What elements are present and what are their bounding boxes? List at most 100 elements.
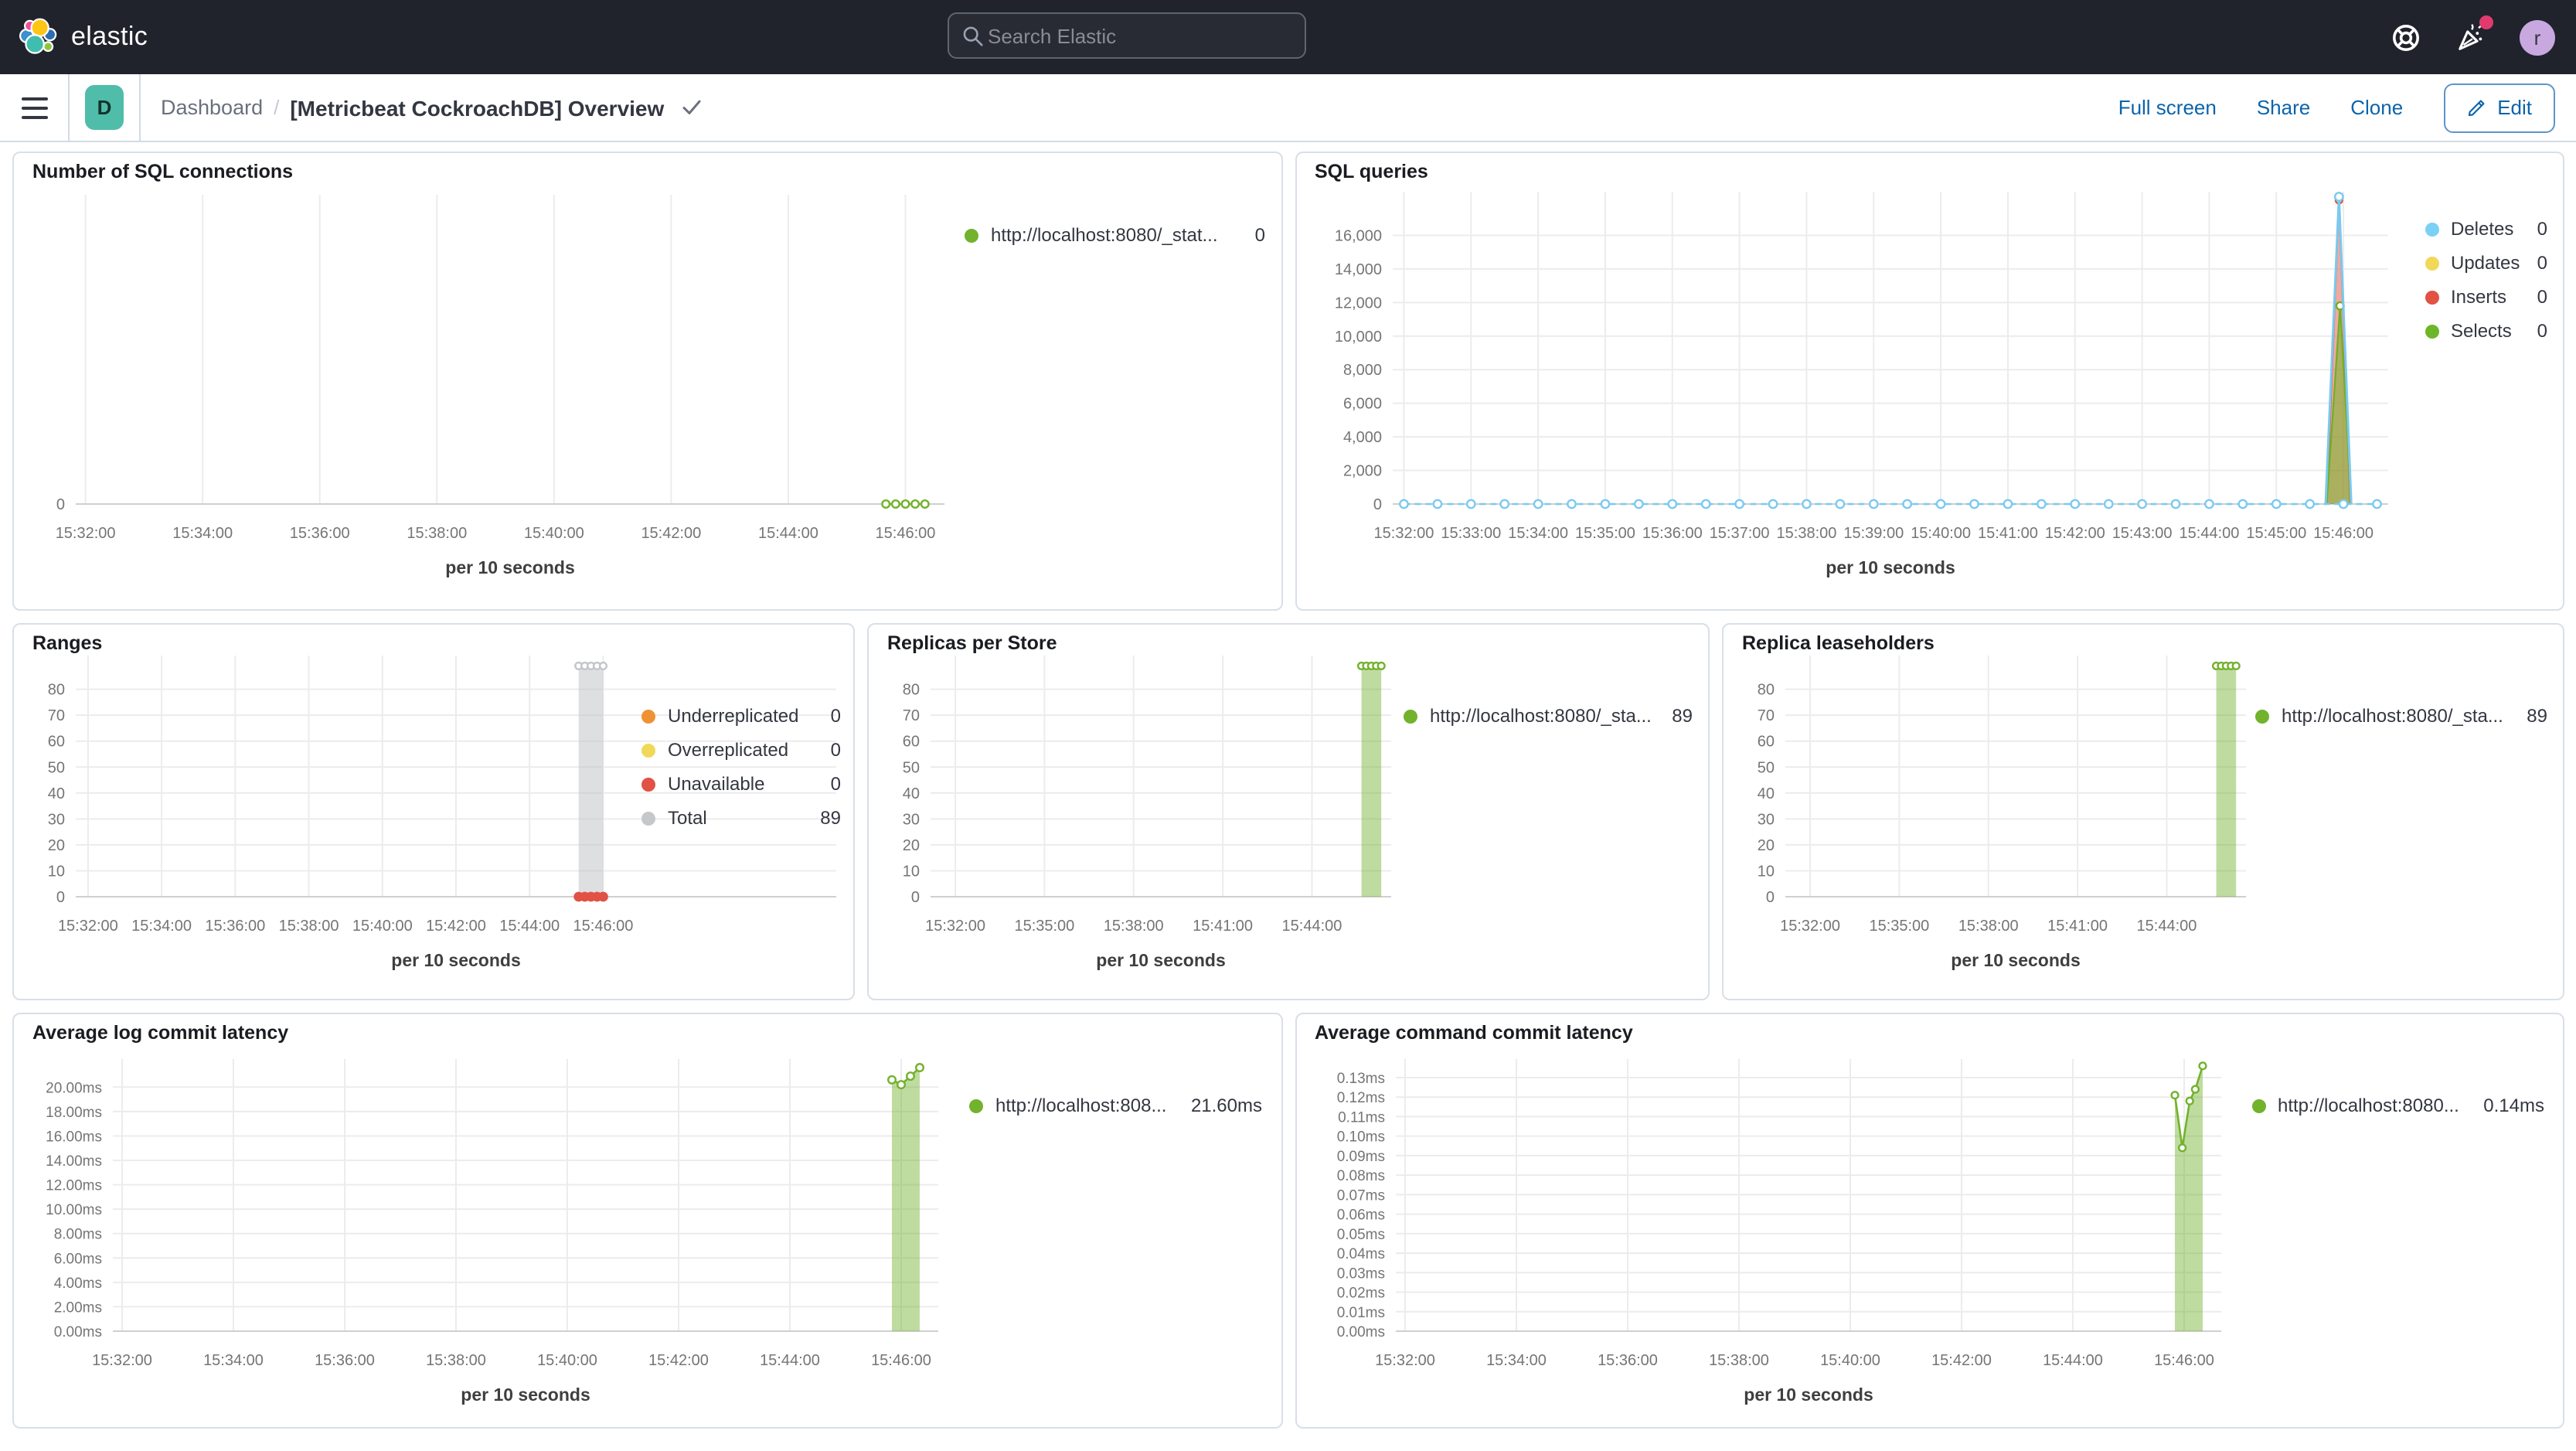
svg-text:6,000: 6,000	[1342, 396, 1381, 413]
top-header: elastic Search Elastic r	[0, 0, 2576, 74]
space-badge[interactable]: D	[85, 85, 124, 130]
svg-text:per 10 seconds: per 10 seconds	[1825, 557, 1954, 577]
svg-text:15:39:00: 15:39:00	[1843, 525, 1903, 542]
svg-text:15:42:00: 15:42:00	[641, 525, 701, 542]
legend-item[interactable]: http://localhost:8080/_stat... 0	[965, 218, 1265, 252]
svg-text:15:41:00: 15:41:00	[1977, 525, 2037, 542]
chart-legend: http://localhost:8080/_stat... 0	[965, 218, 1265, 252]
svg-text:per 10 seconds: per 10 seconds	[1951, 950, 2080, 970]
title-caret-icon[interactable]	[681, 99, 701, 116]
svg-text:70: 70	[48, 707, 65, 724]
svg-text:0.00ms: 0.00ms	[1336, 1324, 1384, 1340]
legend-item[interactable]: Total 89	[641, 801, 841, 835]
legend-value: 0	[1254, 224, 1265, 246]
svg-text:15:44:00: 15:44:00	[2137, 918, 2197, 935]
svg-text:15:40:00: 15:40:00	[524, 525, 584, 542]
svg-text:10,000: 10,000	[1334, 329, 1381, 346]
svg-text:60: 60	[48, 734, 65, 751]
dashboard-grid: Number of SQL connections 0 15:32:00 15:34…	[0, 142, 2576, 1441]
legend-item[interactable]: Overreplicated 0	[641, 733, 841, 767]
svg-text:15:33:00: 15:33:00	[1440, 525, 1500, 542]
svg-text:0: 0	[56, 889, 65, 906]
breadcrumb-dashboard-link[interactable]: Dashboard	[161, 96, 263, 119]
divider	[68, 74, 70, 141]
legend-item[interactable]: http://localhost:808... 21.60ms	[969, 1088, 1262, 1122]
legend-item[interactable]: Unavailable 0	[641, 767, 841, 801]
legend-dot	[641, 743, 655, 757]
panel-average-log-commit-latency: Average log commit latency 0.00ms 2.00ms 4…	[12, 1013, 1282, 1429]
chart-legend: http://localhost:8080/_sta... 89	[2255, 699, 2547, 733]
elastic-logo[interactable]: elastic	[0, 17, 148, 57]
svg-text:15:46:00: 15:46:00	[2153, 1352, 2214, 1369]
legend-item[interactable]: Updates 0	[2425, 246, 2547, 280]
svg-text:2.00ms: 2.00ms	[54, 1299, 102, 1316]
svg-text:0.06ms: 0.06ms	[1336, 1207, 1384, 1224]
svg-text:0: 0	[911, 889, 920, 906]
legend-dot	[2425, 290, 2438, 304]
svg-text:0.07ms: 0.07ms	[1336, 1187, 1384, 1204]
svg-text:70: 70	[903, 707, 920, 724]
app: elastic Search Elastic r D Dashboard / […	[0, 0, 2576, 1451]
svg-text:15:42:00: 15:42:00	[426, 918, 486, 935]
legend-item[interactable]: Inserts 0	[2425, 280, 2547, 314]
svg-text:0.13ms: 0.13ms	[1336, 1071, 1384, 1087]
svg-text:0.05ms: 0.05ms	[1336, 1227, 1384, 1243]
user-avatar[interactable]: r	[2520, 19, 2555, 55]
help-icon[interactable]	[2390, 22, 2421, 53]
svg-text:15:40:00: 15:40:00	[352, 918, 413, 935]
svg-text:0: 0	[1766, 889, 1775, 906]
legend-label: http://localhost:808...	[995, 1095, 1167, 1116]
svg-text:15:38:00: 15:38:00	[1104, 918, 1164, 935]
share-button[interactable]: Share	[2257, 96, 2310, 119]
legend-item[interactable]: Underreplicated 0	[641, 699, 841, 733]
svg-text:15:44:00: 15:44:00	[1282, 918, 1342, 935]
sql-connections-chart: 0 15:32:00 15:34:00 15:36:00 15:38:00 15:40:0…	[56, 195, 944, 577]
svg-text:15:32:00: 15:32:00	[58, 918, 118, 935]
edit-button[interactable]: Edit	[2443, 83, 2555, 132]
legend-label: Underreplicated	[668, 705, 799, 727]
legend-value: 0.14ms	[2483, 1095, 2544, 1116]
svg-text:15:38:00: 15:38:00	[426, 1352, 486, 1369]
elastic-logo-icon	[19, 18, 57, 54]
legend-item[interactable]: Deletes 0	[2425, 212, 2547, 246]
breadcrumb: Dashboard / [Metricbeat CockroachDB] Ove…	[141, 95, 701, 120]
svg-text:15:40:00: 15:40:00	[1910, 525, 1970, 542]
svg-text:4,000: 4,000	[1342, 429, 1381, 446]
notification-badge	[2479, 15, 2493, 29]
svg-text:50: 50	[903, 759, 920, 776]
svg-text:10: 10	[903, 863, 920, 880]
replicas-per-store-chart: 0 10 20 30 40 50 60 70 80 15:32:00 15:35:00 15:38:0…	[903, 656, 1391, 970]
svg-text:15:38:00: 15:38:00	[279, 918, 339, 935]
svg-text:15:40:00: 15:40:00	[1819, 1352, 1880, 1369]
breadcrumb-separator: /	[274, 96, 280, 119]
full-screen-button[interactable]: Full screen	[2118, 96, 2217, 119]
svg-text:15:32:00: 15:32:00	[925, 918, 985, 935]
global-search[interactable]	[948, 12, 1306, 59]
svg-text:15:35:00: 15:35:00	[1014, 918, 1074, 935]
legend-item[interactable]: http://localhost:8080/_sta... 89	[1404, 699, 1693, 733]
pencil-icon	[2468, 100, 2484, 117]
legend-item[interactable]: Selects 0	[2425, 314, 2547, 348]
svg-text:4.00ms: 4.00ms	[54, 1276, 102, 1292]
svg-text:15:36:00: 15:36:00	[290, 525, 350, 542]
legend-item[interactable]: http://localhost:8080... 0.14ms	[2251, 1088, 2544, 1122]
svg-text:6.00ms: 6.00ms	[54, 1251, 102, 1267]
news-party-icon[interactable]	[2455, 15, 2493, 53]
clone-button[interactable]: Clone	[2350, 96, 2403, 119]
svg-text:15:37:00: 15:37:00	[1709, 525, 1769, 542]
svg-text:15:32:00: 15:32:00	[56, 525, 116, 542]
svg-text:20.00ms: 20.00ms	[46, 1080, 102, 1096]
legend-label: http://localhost:8080/_stat...	[991, 224, 1218, 246]
svg-text:14,000: 14,000	[1334, 261, 1381, 278]
legend-item[interactable]: http://localhost:8080/_sta... 89	[2255, 699, 2547, 733]
legend-value: 89	[820, 807, 841, 829]
svg-text:15:46:00: 15:46:00	[876, 525, 936, 542]
legend-label: Updates	[2451, 252, 2520, 274]
svg-text:30: 30	[48, 811, 65, 828]
svg-text:10: 10	[1758, 863, 1775, 880]
svg-text:15:46:00: 15:46:00	[871, 1352, 931, 1369]
svg-text:15:35:00: 15:35:00	[1869, 918, 1929, 935]
search-input[interactable]	[985, 22, 1292, 49]
menu-icon[interactable]	[0, 74, 68, 141]
svg-text:15:45:00: 15:45:00	[2245, 525, 2305, 542]
